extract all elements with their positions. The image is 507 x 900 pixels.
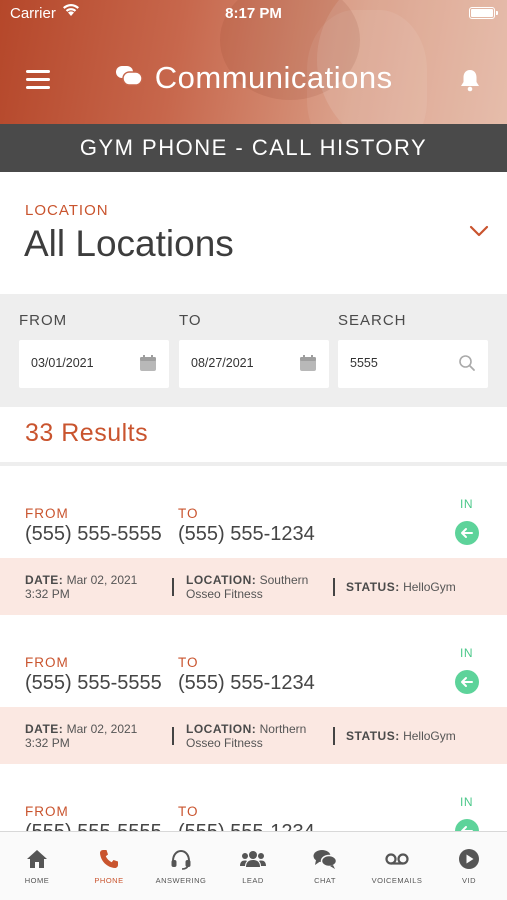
status-value: HelloGym — [403, 729, 456, 743]
to-label: TO — [178, 506, 199, 521]
tab-label: ANSWERING — [155, 876, 207, 885]
tab-answering[interactable]: ANSWERING — [145, 832, 217, 900]
separator — [172, 578, 174, 596]
direction-label: IN — [460, 795, 473, 809]
users-icon — [217, 848, 289, 870]
tab-label: VID — [461, 876, 476, 885]
headset-icon — [145, 848, 217, 870]
tab-lead[interactable]: LEAD — [217, 832, 289, 900]
direction-label: IN — [460, 497, 473, 511]
search-input[interactable]: 5555 — [338, 340, 488, 388]
separator — [333, 727, 335, 745]
calendar-icon[interactable] — [299, 354, 317, 377]
from-date-value: 03/01/2021 — [31, 356, 94, 370]
date-label: DATE: — [25, 722, 64, 736]
incoming-arrow-icon — [455, 670, 479, 694]
location-label: LOCATION — [25, 202, 109, 219]
call-location: LOCATION: Southern Osseo Fitness — [186, 573, 326, 601]
status-time: 8:17 PM — [225, 5, 282, 22]
voicemail-icon — [361, 848, 433, 870]
search-label: SEARCH — [338, 312, 407, 329]
to-date-label: TO — [179, 312, 202, 329]
call-date: DATE: Mar 02, 2021 3:32 PM — [25, 722, 165, 750]
tab-chat[interactable]: CHAT — [289, 832, 361, 900]
call-date: DATE: Mar 02, 2021 3:32 PM — [25, 573, 165, 601]
from-number: (555) 555-5555 — [25, 672, 162, 694]
bottom-tab-bar: HOME PHONE ANSWERING LEAD CHAT VOICEMAIL… — [0, 831, 507, 900]
to-label: TO — [178, 655, 199, 670]
from-date-field[interactable]: 03/01/2021 — [19, 340, 169, 388]
status-label: STATUS: — [346, 580, 400, 594]
chat-bubbles-icon — [114, 64, 144, 93]
to-label: TO — [178, 804, 199, 819]
to-number: (555) 555-1234 — [178, 672, 315, 694]
tab-label: LEAD — [242, 876, 264, 885]
date-value: Mar 02, 2021 — [66, 573, 138, 587]
tab-vid[interactable]: VID — [433, 832, 505, 900]
incoming-arrow-icon — [455, 521, 479, 545]
location-line2: Osseo Fitness — [186, 587, 263, 601]
call-status: STATUS: HelloGym — [346, 729, 456, 743]
tab-home[interactable]: HOME — [1, 832, 73, 900]
to-date-field[interactable]: 08/27/2021 — [179, 340, 329, 388]
header-title: Communications — [154, 60, 393, 95]
call-status: STATUS: HelloGym — [346, 580, 456, 594]
call-item[interactable]: FROM TO (555) 555-5555 (555) 555-1234 IN… — [0, 466, 507, 615]
date-label: DATE: — [25, 573, 64, 587]
tab-label: VOICEMAILS — [371, 876, 423, 885]
from-date-label: FROM — [19, 312, 68, 329]
location-line1: Southern — [259, 573, 309, 587]
separator — [333, 578, 335, 596]
location-field-label: LOCATION: — [186, 722, 257, 736]
home-icon — [1, 848, 73, 870]
from-number: (555) 555-5555 — [25, 523, 162, 545]
chevron-down-icon[interactable] — [469, 224, 489, 243]
separator — [172, 727, 174, 745]
call-details: DATE: Mar 02, 2021 3:32 PM LOCATION: Nort… — [0, 707, 507, 764]
play-icon — [433, 848, 505, 870]
page-title: GYM PHONE - CALL HISTORY — [0, 124, 507, 172]
call-location: LOCATION: Northern Osseo Fitness — [186, 722, 326, 750]
tab-voicemails[interactable]: VOICEMAILS — [361, 832, 433, 900]
tab-label: PHONE — [94, 876, 124, 885]
call-item[interactable]: FROM TO (555) 555-5555 (555) 555-1234 IN… — [0, 615, 507, 764]
status-bar: Carrier 8:17 PM — [0, 0, 507, 28]
status-label: STATUS: — [346, 729, 400, 743]
to-number: (555) 555-1234 — [178, 523, 315, 545]
bell-icon — [459, 70, 481, 96]
time-value: 3:32 PM — [25, 587, 70, 601]
location-line1: Northern — [259, 722, 307, 736]
date-value: Mar 02, 2021 — [66, 722, 138, 736]
search-value: 5555 — [350, 356, 378, 370]
results-count: 33 Results — [25, 419, 149, 447]
filter-panel: FROM TO SEARCH 03/01/2021 08/27/2021 555… — [0, 294, 507, 407]
tab-label: HOME — [24, 876, 50, 885]
status-value: HelloGym — [403, 580, 456, 594]
header-title-group: Communications — [0, 60, 507, 96]
location-selector[interactable]: LOCATION All Locations — [0, 172, 507, 294]
from-label: FROM — [25, 506, 69, 521]
tab-phone[interactable]: PHONE — [73, 832, 145, 900]
chat-icon — [289, 848, 361, 870]
tab-label: CHAT — [314, 876, 336, 885]
battery-icon — [469, 7, 498, 19]
to-date-value: 08/27/2021 — [191, 356, 254, 370]
time-value: 3:32 PM — [25, 736, 70, 750]
location-field-label: LOCATION: — [186, 573, 257, 587]
calendar-icon[interactable] — [139, 354, 157, 377]
phone-icon — [73, 848, 145, 870]
from-label: FROM — [25, 655, 69, 670]
location-value: All Locations — [24, 223, 234, 264]
call-details: DATE: Mar 02, 2021 3:32 PM LOCATION: Sout… — [0, 558, 507, 615]
search-icon[interactable] — [458, 354, 476, 377]
notifications-button[interactable] — [459, 68, 481, 97]
direction-label: IN — [460, 646, 473, 660]
location-line2: Osseo Fitness — [186, 736, 263, 750]
app-header: Carrier 8:17 PM Communications — [0, 0, 507, 124]
from-label: FROM — [25, 804, 69, 819]
